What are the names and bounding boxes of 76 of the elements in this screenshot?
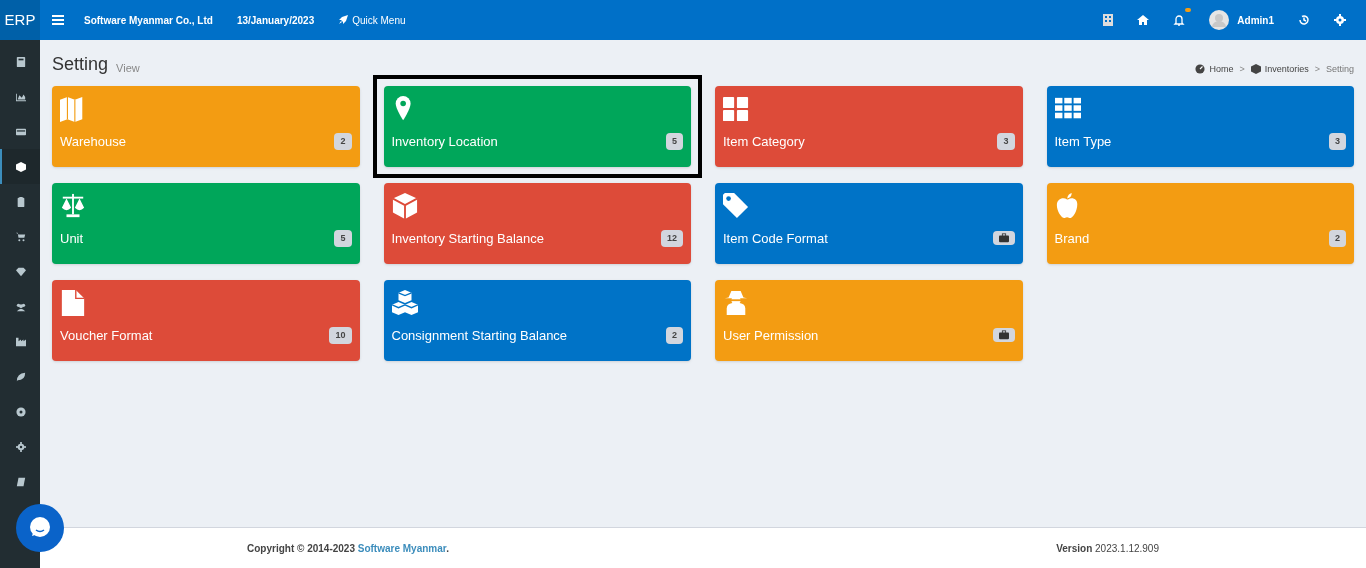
tile-label: Item Type: [1054, 132, 1112, 151]
cart-icon: [16, 231, 26, 242]
user-name[interactable]: Admin1: [1237, 12, 1274, 28]
grid-icon: [723, 96, 749, 122]
setting-tile[interactable]: Consignment Starting Balance 2: [383, 280, 691, 361]
home-icon[interactable]: [1137, 15, 1150, 25]
tile-label: Voucher Format: [60, 326, 153, 345]
count-badge: 5: [334, 229, 352, 247]
briefcase-icon: [998, 330, 1009, 341]
diamond-icon: [16, 266, 26, 277]
setting-tile[interactable]: Warehouse 2: [52, 86, 360, 167]
logo[interactable]: ERP: [0, 0, 40, 40]
building-icon[interactable]: [1103, 14, 1114, 26]
tile-label: Inventory Starting Balance: [391, 229, 544, 248]
tile-label: Warehouse: [60, 132, 126, 151]
company-name: Software Myanmar Co., Ltd: [84, 13, 213, 28]
breadcrumb-separator: >: [1239, 62, 1245, 76]
gear-icon: [16, 441, 26, 452]
settings-icon[interactable]: [1334, 14, 1346, 26]
copyright-text: Copyright © 2014-2023 Software Myanmar.: [247, 541, 449, 556]
company-link[interactable]: Software Myanmar: [357, 542, 447, 554]
tile-label: Brand: [1054, 229, 1090, 248]
quick-menu-link[interactable]: Quick Menu: [338, 12, 406, 28]
count-badge: 2: [666, 326, 683, 344]
setting-tile[interactable]: Item Code Format: [715, 183, 1023, 264]
clipboard-icon: [16, 196, 26, 207]
menu-icon[interactable]: [52, 14, 64, 26]
credit-card-icon: [16, 126, 26, 137]
count-badge: 2: [334, 132, 352, 150]
setting-tile[interactable]: Inventory Location 5: [383, 86, 691, 167]
tag-icon: [723, 193, 749, 219]
ball-icon: [16, 406, 26, 417]
tile-label: Item Category: [723, 132, 805, 151]
setting-tile[interactable]: Brand 2: [1046, 183, 1354, 264]
sidebar-item[interactable]: [0, 149, 40, 184]
chat-bubble-icon: [28, 516, 52, 540]
count-badge: 10: [329, 326, 352, 344]
breadcrumb-separator: >: [1314, 62, 1320, 76]
count-badge: 3: [997, 132, 1015, 150]
calculator-icon: [16, 56, 26, 67]
count-badge: 5: [666, 132, 683, 150]
count-badge: 2: [1329, 229, 1346, 247]
date-text: 13/January/2023: [236, 13, 315, 28]
cube-icon: [16, 161, 26, 172]
breadcrumb-link[interactable]: Home: [1209, 62, 1234, 76]
tile-label: Inventory Location: [391, 132, 498, 151]
tile-label: Consignment Starting Balance: [391, 326, 568, 345]
area-chart-icon: [16, 91, 26, 102]
cube-icon: [1250, 64, 1261, 75]
setting-tile[interactable]: Voucher Format 10: [52, 280, 360, 361]
page-title: Setting: [52, 53, 109, 76]
setting-tile[interactable]: Item Type 3: [1046, 86, 1354, 167]
setting-tile[interactable]: Inventory Starting Balance 12: [383, 183, 691, 264]
version-text: Version 2023.1.12.909: [1056, 541, 1159, 556]
cubes-icon: [391, 290, 418, 316]
history-icon[interactable]: [1298, 14, 1310, 26]
bell-icon[interactable]: [1173, 14, 1186, 26]
scale-icon: [60, 193, 86, 219]
avatar-icon[interactable]: [1209, 10, 1230, 30]
count-badge: 12: [661, 229, 683, 247]
dashboard-icon: [1195, 64, 1206, 75]
tile-label: Item Code Format: [723, 229, 828, 248]
page-subtitle: View: [116, 60, 140, 76]
rocket-icon: [338, 15, 349, 25]
file-icon: [60, 290, 86, 316]
count-badge: 3: [1329, 132, 1346, 150]
breadcrumb-link[interactable]: Inventories: [1264, 62, 1309, 76]
cube-icon: [391, 193, 418, 219]
tile-label: Unit: [60, 229, 84, 248]
leaf-icon: [16, 371, 26, 382]
setting-tile[interactable]: Item Category 3: [715, 86, 1023, 167]
tile-label: User Permission: [723, 326, 819, 345]
briefcase-icon: [998, 233, 1009, 244]
setting-tile[interactable]: Unit 5: [52, 183, 360, 264]
factory-icon: [16, 336, 26, 347]
breadcrumb-current: Setting: [1325, 62, 1354, 76]
